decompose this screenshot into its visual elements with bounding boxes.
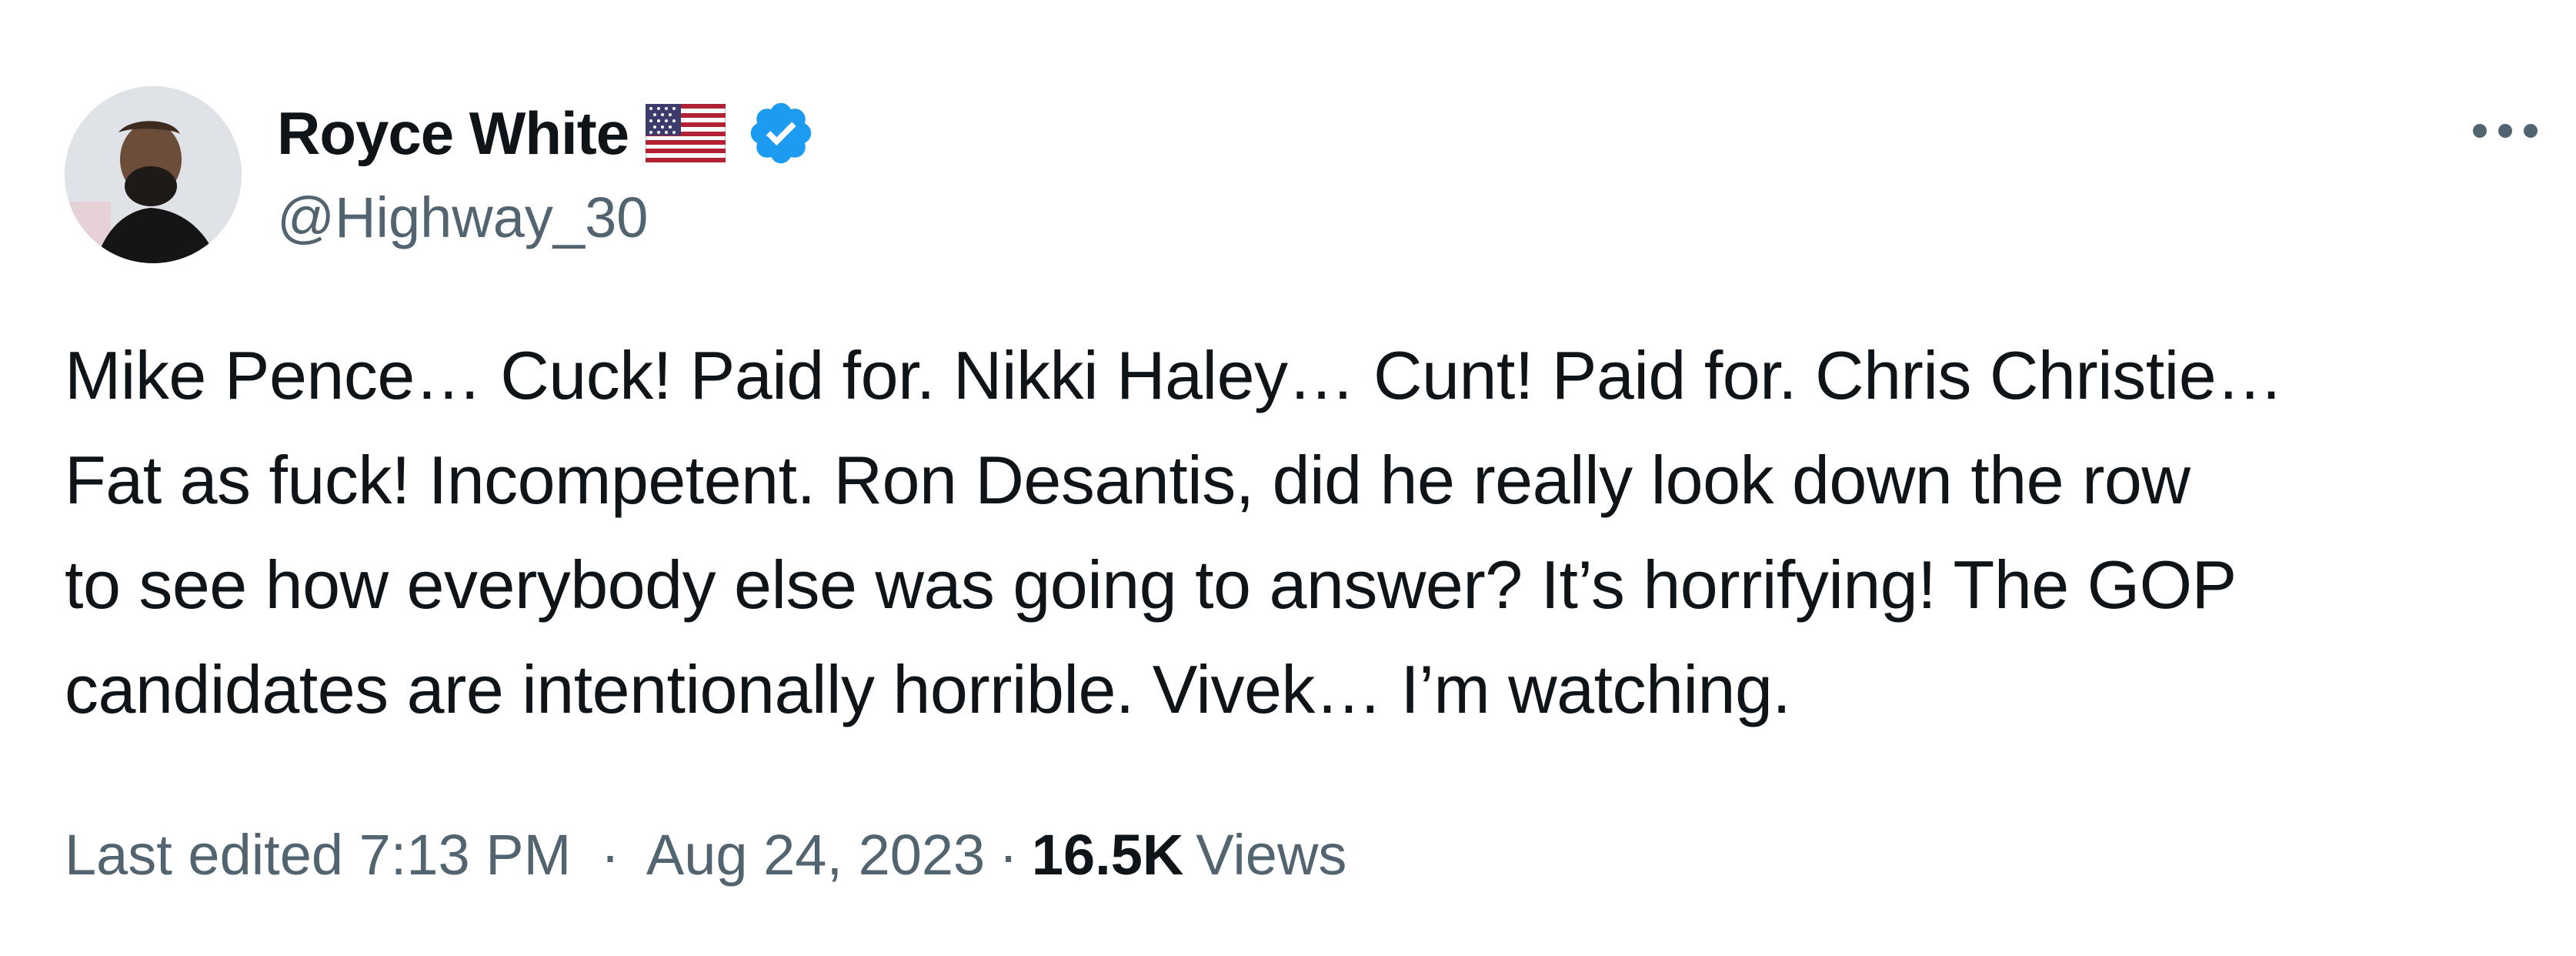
author-handle[interactable]: @Highway_30 xyxy=(277,185,648,250)
tweet-card: Royce White @Highway_30 Mike Pence… Cuck… xyxy=(0,0,2576,956)
tweet-meta: Last edited 7:13 PM · Aug 24, 2023 · 16.… xyxy=(65,822,1346,887)
meta-separator: · xyxy=(999,823,1018,887)
tweet-text-line: Fat as fuck! Incompetent. Ron Desantis, … xyxy=(65,442,2191,518)
avatar[interactable] xyxy=(65,86,242,263)
author-display-name[interactable]: Royce White xyxy=(277,99,629,169)
edited-label: Last edited xyxy=(65,823,359,887)
author-name-row: Royce White xyxy=(277,91,816,175)
tweet-time: 7:13 PM xyxy=(359,823,572,887)
meta-separator: · xyxy=(600,823,620,887)
us-flag-icon xyxy=(645,103,727,163)
tweet-text-line: to see how everybody else was going to a… xyxy=(65,547,2237,623)
tweet-text-line: Mike Pence… Cuck! Paid for. Nikki Haley…… xyxy=(65,337,2284,413)
views-count: 16.5K xyxy=(1031,823,1184,887)
tweet-timestamp-link[interactable]: Last edited 7:13 PM · Aug 24, 2023 xyxy=(65,822,985,887)
tweet-text-line: candidates are intentionally horrible. V… xyxy=(65,651,1791,727)
more-options-icon xyxy=(2473,124,2538,138)
more-options-button[interactable] xyxy=(2459,100,2551,162)
tweet-date: Aug 24, 2023 xyxy=(646,823,986,887)
verified-badge-icon[interactable] xyxy=(746,98,816,169)
avatar-image xyxy=(65,86,242,263)
tweet-text: Mike Pence… Cuck! Paid for. Nikki Haley…… xyxy=(65,323,2542,742)
views-label: Views xyxy=(1196,823,1347,887)
